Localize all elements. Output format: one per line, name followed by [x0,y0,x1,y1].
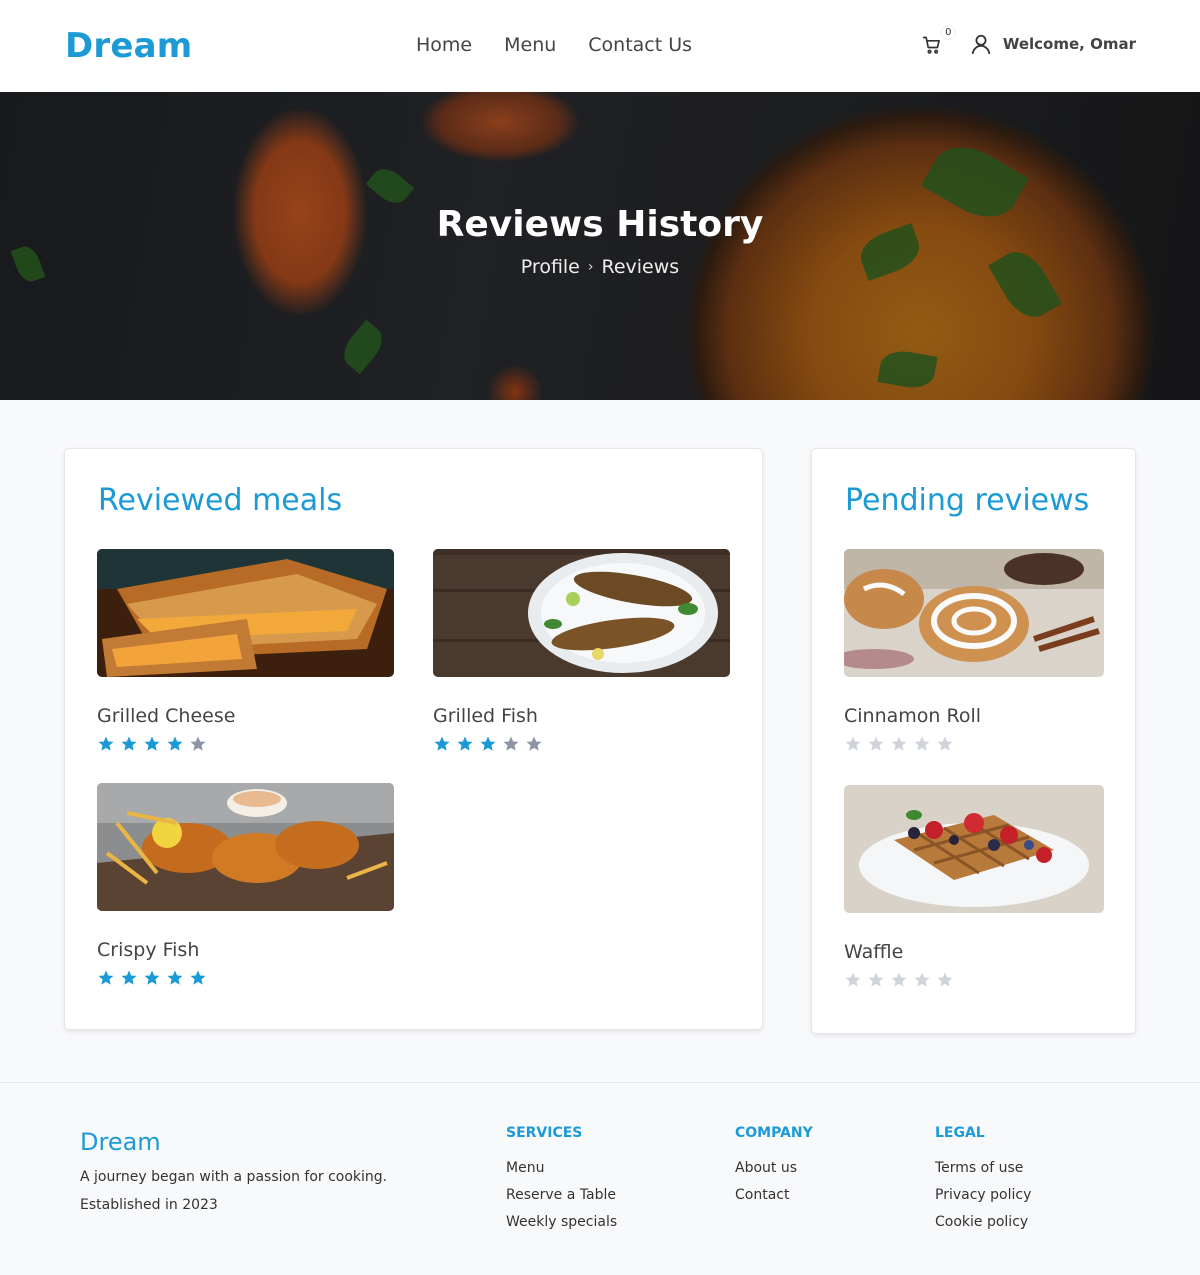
star-filled-icon[interactable] [120,735,138,753]
hero-banner: Reviews History Profile › Reviews [0,92,1200,400]
meal-name: Grilled Cheese [97,705,236,727]
footer-link-about-us[interactable]: About us [735,1160,813,1176]
user-icon[interactable] [970,33,992,55]
nav-home-link[interactable]: Home [416,34,472,56]
star-empty-icon[interactable] [867,971,885,989]
cart-icon [922,36,940,54]
footer-established: Established in 2023 [80,1197,218,1213]
star-filled-icon[interactable] [120,969,138,987]
footer-services-column: SERVICES Menu Reserve a Table Weekly spe… [506,1125,617,1241]
meal-card-waffle[interactable]: Waffle [844,785,1104,989]
nav-menu-link[interactable]: Menu [504,34,556,56]
breadcrumb-profile-link[interactable]: Profile [521,256,580,278]
star-filled-icon[interactable] [97,969,115,987]
footer-heading: COMPANY [735,1125,813,1141]
footer-heading: LEGAL [935,1125,985,1141]
reviewed-meals-title: Reviewed meals [98,483,343,518]
footer-brand: Dream [80,1128,161,1156]
star-empty-icon[interactable] [867,735,885,753]
footer-legal-column: LEGAL Terms of use Privacy policy Cookie… [935,1125,1031,1241]
meal-name: Cinnamon Roll [844,705,982,727]
meal-image[interactable] [844,785,1104,913]
star-filled-icon[interactable] [189,969,207,987]
site-header: Dream Home Menu Contact Us 0 Welcome, Om… [0,0,1200,92]
welcome-user-link[interactable]: Welcome, Omar [1003,35,1136,53]
meal-card-grilled-fish[interactable]: Grilled Fish [433,549,730,753]
star-empty-icon[interactable] [844,735,862,753]
breadcrumb: Profile › Reviews [0,256,1200,278]
pending-reviews-card: Pending reviews Cinnamon Roll Waffle [811,448,1136,1034]
star-empty-icon[interactable] [913,971,931,989]
herb-decoration [877,347,938,392]
site-footer: Dream A journey began with a passion for… [0,1082,1200,1275]
main-nav: Home Menu Contact Us [416,34,692,56]
reviewed-meals-card: Reviewed meals Grilled Cheese Grilled Fi… [64,448,763,1030]
meal-name: Crispy Fish [97,939,200,961]
page-title: Reviews History [436,204,764,245]
meal-image[interactable] [433,549,730,677]
star-empty-icon[interactable] [844,971,862,989]
star-empty-icon[interactable] [936,971,954,989]
nav-contact-link[interactable]: Contact Us [588,34,692,56]
herb-decoration [365,162,415,210]
star-filled-icon[interactable] [479,735,497,753]
star-rating[interactable] [97,735,394,753]
footer-link-contact[interactable]: Contact [735,1187,813,1203]
star-filled-icon[interactable] [433,735,451,753]
pending-reviews-title: Pending reviews [845,483,1090,518]
meal-image[interactable] [97,783,394,911]
meal-card-crispy-fish[interactable]: Crispy Fish [97,783,394,987]
footer-link-weekly-specials[interactable]: Weekly specials [506,1214,617,1230]
star-filled-icon[interactable] [143,735,161,753]
star-filled-icon[interactable] [166,969,184,987]
star-empty-icon[interactable] [502,735,520,753]
footer-heading: SERVICES [506,1125,583,1141]
meal-image[interactable] [97,549,394,677]
star-empty-icon[interactable] [525,735,543,753]
meal-card-cinnamon-roll[interactable]: Cinnamon Roll [844,549,1104,753]
footer-link-reserve-table[interactable]: Reserve a Table [506,1187,617,1203]
footer-tagline: A journey began with a passion for cooki… [80,1169,388,1185]
star-rating[interactable] [844,735,1104,753]
star-empty-icon[interactable] [936,735,954,753]
footer-link-menu[interactable]: Menu [506,1160,617,1176]
star-filled-icon[interactable] [97,735,115,753]
footer-link-cookie[interactable]: Cookie policy [935,1214,1031,1230]
meal-card-grilled-cheese[interactable]: Grilled Cheese [97,549,394,753]
chevron-right-icon: › [587,259,594,275]
cart-count-badge: 0 [941,26,955,39]
star-empty-icon[interactable] [913,735,931,753]
footer-link-privacy[interactable]: Privacy policy [935,1187,1031,1203]
meal-name: Waffle [844,941,904,963]
star-rating[interactable] [844,971,1104,989]
meal-name: Grilled Fish [433,705,538,727]
star-rating[interactable] [433,735,730,753]
breadcrumb-current: Reviews [601,256,680,278]
header-actions: 0 Welcome, Omar [922,26,1136,56]
footer-company-column: COMPANY About us Contact [735,1125,813,1214]
meal-image[interactable] [844,549,1104,677]
star-empty-icon[interactable] [890,971,908,989]
brand-logo[interactable]: Dream [65,26,192,66]
star-empty-icon[interactable] [890,735,908,753]
star-filled-icon[interactable] [456,735,474,753]
star-empty-icon[interactable] [189,735,207,753]
star-filled-icon[interactable] [143,969,161,987]
star-filled-icon[interactable] [166,735,184,753]
cart-button[interactable]: 0 [922,26,955,56]
footer-link-terms[interactable]: Terms of use [935,1160,1031,1176]
star-rating[interactable] [97,969,394,987]
herb-decoration [336,319,390,375]
